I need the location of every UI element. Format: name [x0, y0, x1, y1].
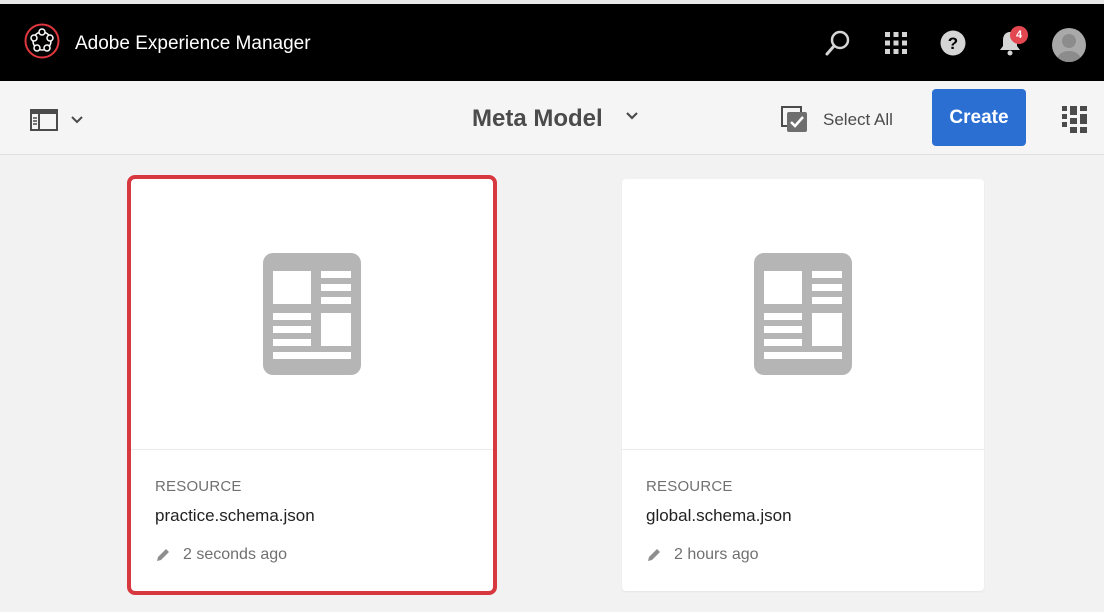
- aem-logo-icon[interactable]: [24, 23, 60, 59]
- chevron-down-icon[interactable]: [624, 110, 640, 122]
- card-global-schema[interactable]: RESOURCE global.schema.json 2 hours ago: [622, 179, 984, 591]
- card-thumbnail: [622, 179, 984, 450]
- card-modified-text: 2 seconds ago: [183, 546, 288, 563]
- card-modified-text: 2 hours ago: [674, 546, 759, 563]
- document-icon: [754, 253, 852, 375]
- help-icon[interactable]: ?: [938, 28, 968, 58]
- pencil-icon: [648, 549, 660, 561]
- app-title[interactable]: Adobe Experience Manager: [75, 33, 311, 55]
- action-bar: Meta Model Select All Create: [0, 81, 1104, 155]
- select-all-icon: [781, 106, 807, 132]
- card-thumbnail: [131, 179, 493, 450]
- svg-text:?: ?: [948, 34, 958, 53]
- card-modified: 2 seconds ago: [155, 546, 287, 564]
- card-type-label: RESOURCE: [646, 478, 733, 495]
- rail-toggle-button[interactable]: [30, 108, 92, 132]
- notification-badge: 4: [1010, 26, 1028, 44]
- document-icon: [263, 253, 361, 375]
- select-all-label: Select All: [823, 110, 893, 129]
- pencil-icon: [157, 549, 169, 561]
- card-type-label: RESOURCE: [155, 478, 242, 495]
- view-switcher-icon[interactable]: [1062, 106, 1088, 134]
- card-title[interactable]: global.schema.json: [646, 506, 792, 526]
- card-modified: 2 hours ago: [646, 546, 759, 564]
- page-title[interactable]: Meta Model: [472, 105, 603, 133]
- create-button[interactable]: Create: [932, 89, 1026, 146]
- select-all-button[interactable]: Select All: [781, 105, 893, 135]
- card-practice-schema[interactable]: RESOURCE practice.schema.json 2 seconds …: [127, 175, 497, 595]
- apps-grid-icon[interactable]: [881, 28, 911, 58]
- shell-header: Adobe Experience Manager ? 4: [0, 0, 1104, 81]
- chevron-down-icon: [71, 116, 83, 124]
- card-title[interactable]: practice.schema.json: [155, 506, 315, 526]
- avatar[interactable]: [1052, 28, 1086, 62]
- search-icon[interactable]: [823, 28, 853, 58]
- side-rail-icon: [30, 109, 58, 131]
